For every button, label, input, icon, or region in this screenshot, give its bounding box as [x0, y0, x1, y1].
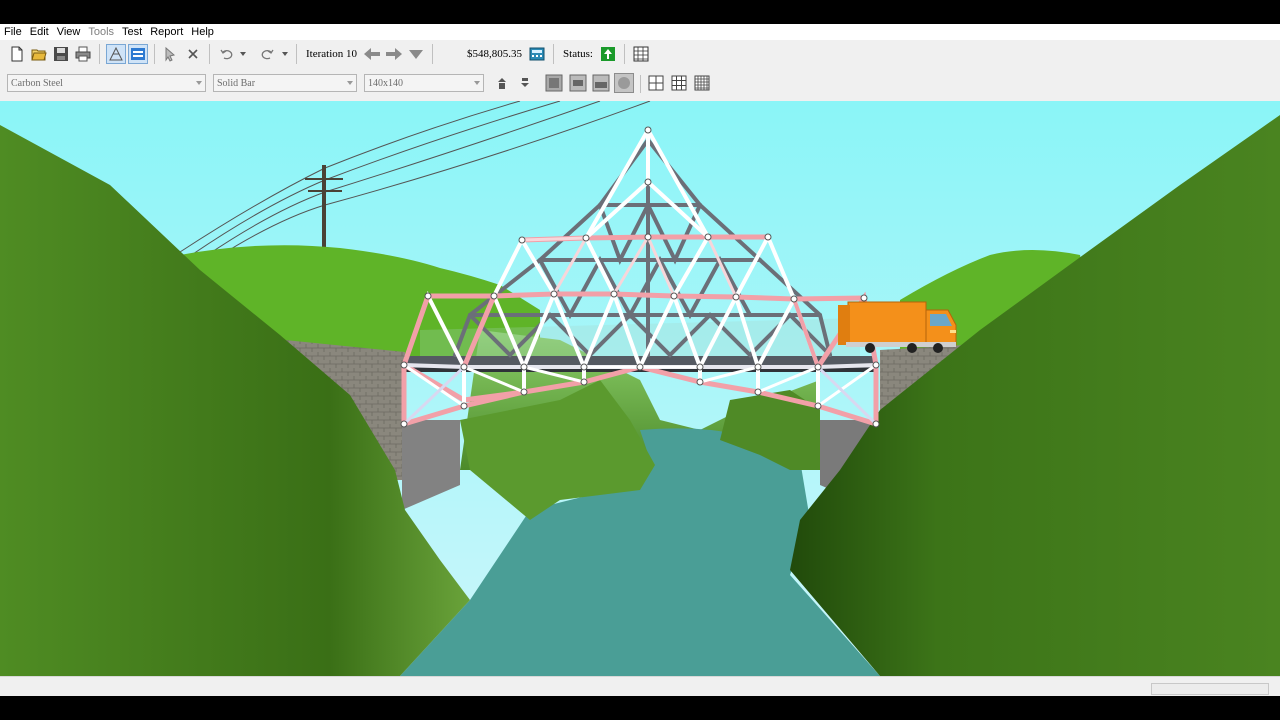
load-test-view-icon[interactable]	[128, 44, 148, 64]
toolbar-separator	[640, 75, 641, 93]
goto-iteration-icon[interactable]	[406, 44, 426, 64]
redo-dropdown-icon[interactable]	[280, 44, 290, 64]
app-window: File Edit View Tools Test Report Help It…	[0, 24, 1280, 697]
undo-icon[interactable]	[216, 44, 236, 64]
toolbar-separator	[99, 44, 100, 64]
load-test-3d-view[interactable]	[0, 101, 1280, 676]
select-member-icon[interactable]	[161, 44, 181, 64]
section-select-value: Solid Bar	[217, 78, 256, 89]
toolbar-separator	[154, 44, 155, 64]
show-joints-icon[interactable]	[569, 74, 587, 92]
show-members-icon[interactable]	[545, 74, 563, 92]
delete-icon[interactable]	[183, 44, 203, 64]
show-templates-icon[interactable]	[614, 73, 634, 93]
chevron-down-icon	[474, 81, 480, 85]
cost-calculator-icon[interactable]	[527, 44, 547, 64]
toolbar-separator	[623, 44, 625, 64]
status-ok-icon[interactable]	[598, 44, 618, 64]
menu-edit[interactable]: Edit	[26, 24, 53, 40]
menu-tools[interactable]: Tools	[84, 24, 118, 40]
menu-bar: File Edit View Tools Test Report Help	[0, 24, 1280, 40]
size-decrease-icon[interactable]	[517, 75, 533, 91]
section-select[interactable]: Solid Bar	[213, 74, 357, 92]
medium-grid-icon[interactable]	[671, 75, 687, 91]
print-icon[interactable]	[73, 44, 93, 64]
menu-view[interactable]: View	[53, 24, 85, 40]
forward-arrow-icon[interactable]	[384, 44, 404, 64]
material-select-value: Carbon Steel	[11, 78, 63, 89]
member-list-icon[interactable]	[631, 44, 651, 64]
material-select[interactable]: Carbon Steel	[7, 74, 206, 92]
toolbar-separator	[209, 44, 210, 64]
cost-display: $548,805.35	[467, 48, 523, 60]
status-bar	[0, 676, 1280, 697]
size-select[interactable]: 140x140	[364, 74, 484, 92]
main-toolbar: Iteration 10 $548,805.35 Status:	[0, 40, 1280, 68]
chevron-down-icon	[347, 81, 353, 85]
size-select-value: 140x140	[368, 78, 403, 89]
toolbar-separator	[296, 44, 297, 64]
show-labels-icon[interactable]	[592, 74, 610, 92]
open-folder-icon[interactable]	[29, 44, 49, 64]
toolbar-separator	[432, 44, 434, 64]
size-increase-icon[interactable]	[494, 75, 510, 91]
drafting-view-icon[interactable]	[106, 44, 126, 64]
menu-report[interactable]: Report	[146, 24, 187, 40]
undo-dropdown-icon[interactable]	[238, 44, 248, 64]
member-properties-toolbar: Carbon Steel Solid Bar 140x140	[0, 71, 1280, 97]
chevron-down-icon	[196, 81, 202, 85]
menu-file[interactable]: File	[0, 24, 26, 40]
coarse-grid-icon[interactable]	[648, 75, 664, 91]
screen-bottom-border	[0, 696, 1280, 720]
menu-help[interactable]: Help	[187, 24, 218, 40]
save-disk-icon[interactable]	[51, 44, 71, 64]
fine-grid-icon[interactable]	[694, 75, 710, 91]
status-progress-panel	[1151, 683, 1269, 695]
menu-test[interactable]: Test	[118, 24, 146, 40]
new-file-icon[interactable]	[7, 44, 27, 64]
status-label: Status:	[563, 48, 593, 60]
iteration-label: Iteration 10	[306, 48, 358, 60]
toolbar-separator	[553, 44, 555, 64]
screen-top-border	[0, 0, 1280, 24]
back-arrow-icon[interactable]	[362, 44, 382, 64]
redo-icon[interactable]	[258, 44, 278, 64]
test-truck	[838, 301, 957, 353]
